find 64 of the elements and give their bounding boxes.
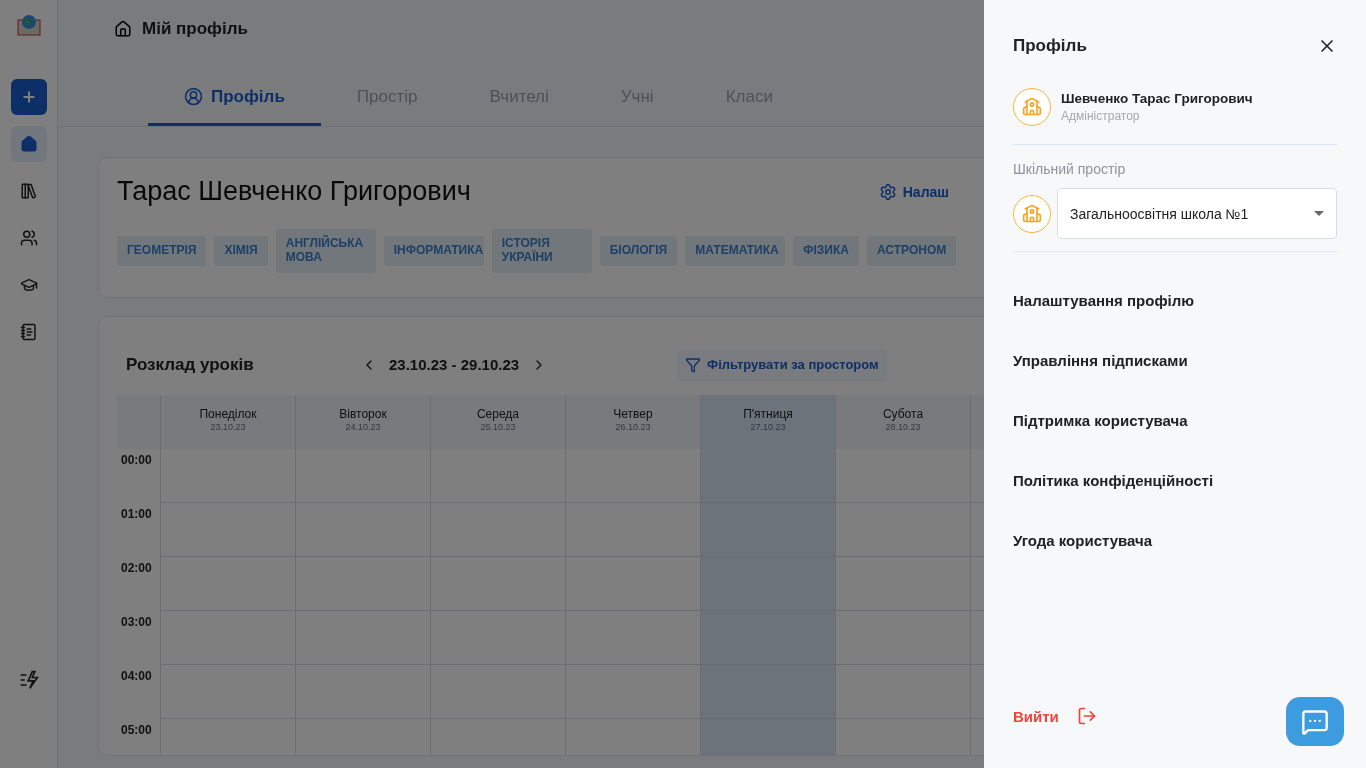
- school-icon: [1013, 88, 1051, 126]
- day-name: Середа: [476, 406, 520, 421]
- sidebar-nav-button[interactable]: [10, 126, 47, 162]
- graduation-cap-icon: [19, 276, 38, 294]
- schedule-title: Розклад уроків: [125, 354, 255, 375]
- menu-item[interactable]: Підтримка користувача: [1013, 390, 1337, 450]
- day-name: Понеділок: [199, 406, 257, 421]
- menu-item[interactable]: Політика конфіденційності: [1013, 450, 1337, 510]
- caret-icon: [1314, 211, 1324, 216]
- day-date: 23.10.23: [210, 421, 246, 432]
- time-label: 00:00: [120, 451, 153, 469]
- time-label: 03:00: [120, 613, 153, 631]
- time-label: 01:00: [120, 505, 153, 523]
- day-name: Вівторок: [339, 406, 387, 421]
- day-date: 28.10.23: [885, 421, 921, 432]
- notebook-icon: [19, 323, 38, 341]
- tab[interactable]: Профіль: [148, 70, 321, 126]
- user-name: Шевченко Тарас Григорович: [1061, 91, 1253, 106]
- menu-item[interactable]: Угода користувача: [1013, 510, 1337, 570]
- chat-button[interactable]: [1286, 697, 1344, 746]
- chat-icon: [1301, 707, 1329, 736]
- subject-tag: ХІМІЯ: [214, 235, 268, 266]
- subject-tag: БІОЛОГІЯ: [599, 235, 678, 266]
- day-name: П'ятниця: [743, 406, 793, 421]
- logout-button[interactable]: Вийти: [1013, 706, 1097, 726]
- library-icon: [19, 182, 38, 200]
- day-date: 25.10.23: [480, 421, 516, 432]
- menu-item[interactable]: Управління підписками: [1013, 330, 1337, 390]
- logout-icon: [1076, 706, 1097, 726]
- date-range: 23.10.23 - 29.10.23: [389, 356, 520, 374]
- page-title: Мій профіль: [142, 19, 248, 39]
- menu-item[interactable]: Налаштування профілю: [1013, 270, 1337, 330]
- filter-icon: [685, 356, 702, 373]
- day-date: 27.10.23: [750, 421, 786, 432]
- profile-name: Тарас Шевченко Григорович: [117, 176, 471, 207]
- time-label: 04:00: [120, 667, 153, 685]
- day-date: 24.10.23: [345, 421, 381, 432]
- time-label: 02:00: [120, 559, 153, 577]
- subject-tag: ГЕОМЕТРІЯ: [117, 235, 207, 266]
- users-icon: [19, 229, 38, 247]
- home-icon: [19, 135, 38, 153]
- user-circle-icon: [184, 87, 203, 106]
- subject-tag: ФІЗИКА: [793, 235, 859, 266]
- settings-button[interactable]: Налаш: [878, 182, 949, 201]
- home-icon[interactable]: [114, 20, 132, 38]
- filter-button[interactable]: Фільтрувати за простором: [677, 348, 887, 381]
- user-role: Адміністратор: [1061, 109, 1141, 123]
- add-button[interactable]: [10, 79, 47, 115]
- space-label: Шкільний простір: [1013, 161, 1127, 177]
- drawer-title: Профіль: [1013, 36, 1087, 56]
- space-select[interactable]: Загальноосвітня школа №1: [1057, 188, 1337, 239]
- plus-icon: [20, 89, 37, 105]
- settings-icon: [878, 182, 897, 201]
- subject-tag: АСТРОНОМ: [866, 235, 957, 266]
- subject-tag: МАТЕМАТИКА: [685, 235, 786, 266]
- day-date: 26.10.23: [615, 421, 651, 432]
- school-icon: [1013, 194, 1051, 233]
- subject-tag: АНГЛІЙСЬКА МОВА: [275, 229, 376, 273]
- day-name: Субота: [882, 406, 924, 421]
- subject-tag: ІНФОРМАТИКА: [383, 235, 484, 266]
- subject-tag: ІСТОРІЯ УКРАЇНИ: [491, 229, 592, 273]
- time-label: 05:00: [120, 721, 153, 739]
- lightning-icon[interactable]: [18, 670, 39, 690]
- day-name: Четвер: [613, 406, 653, 421]
